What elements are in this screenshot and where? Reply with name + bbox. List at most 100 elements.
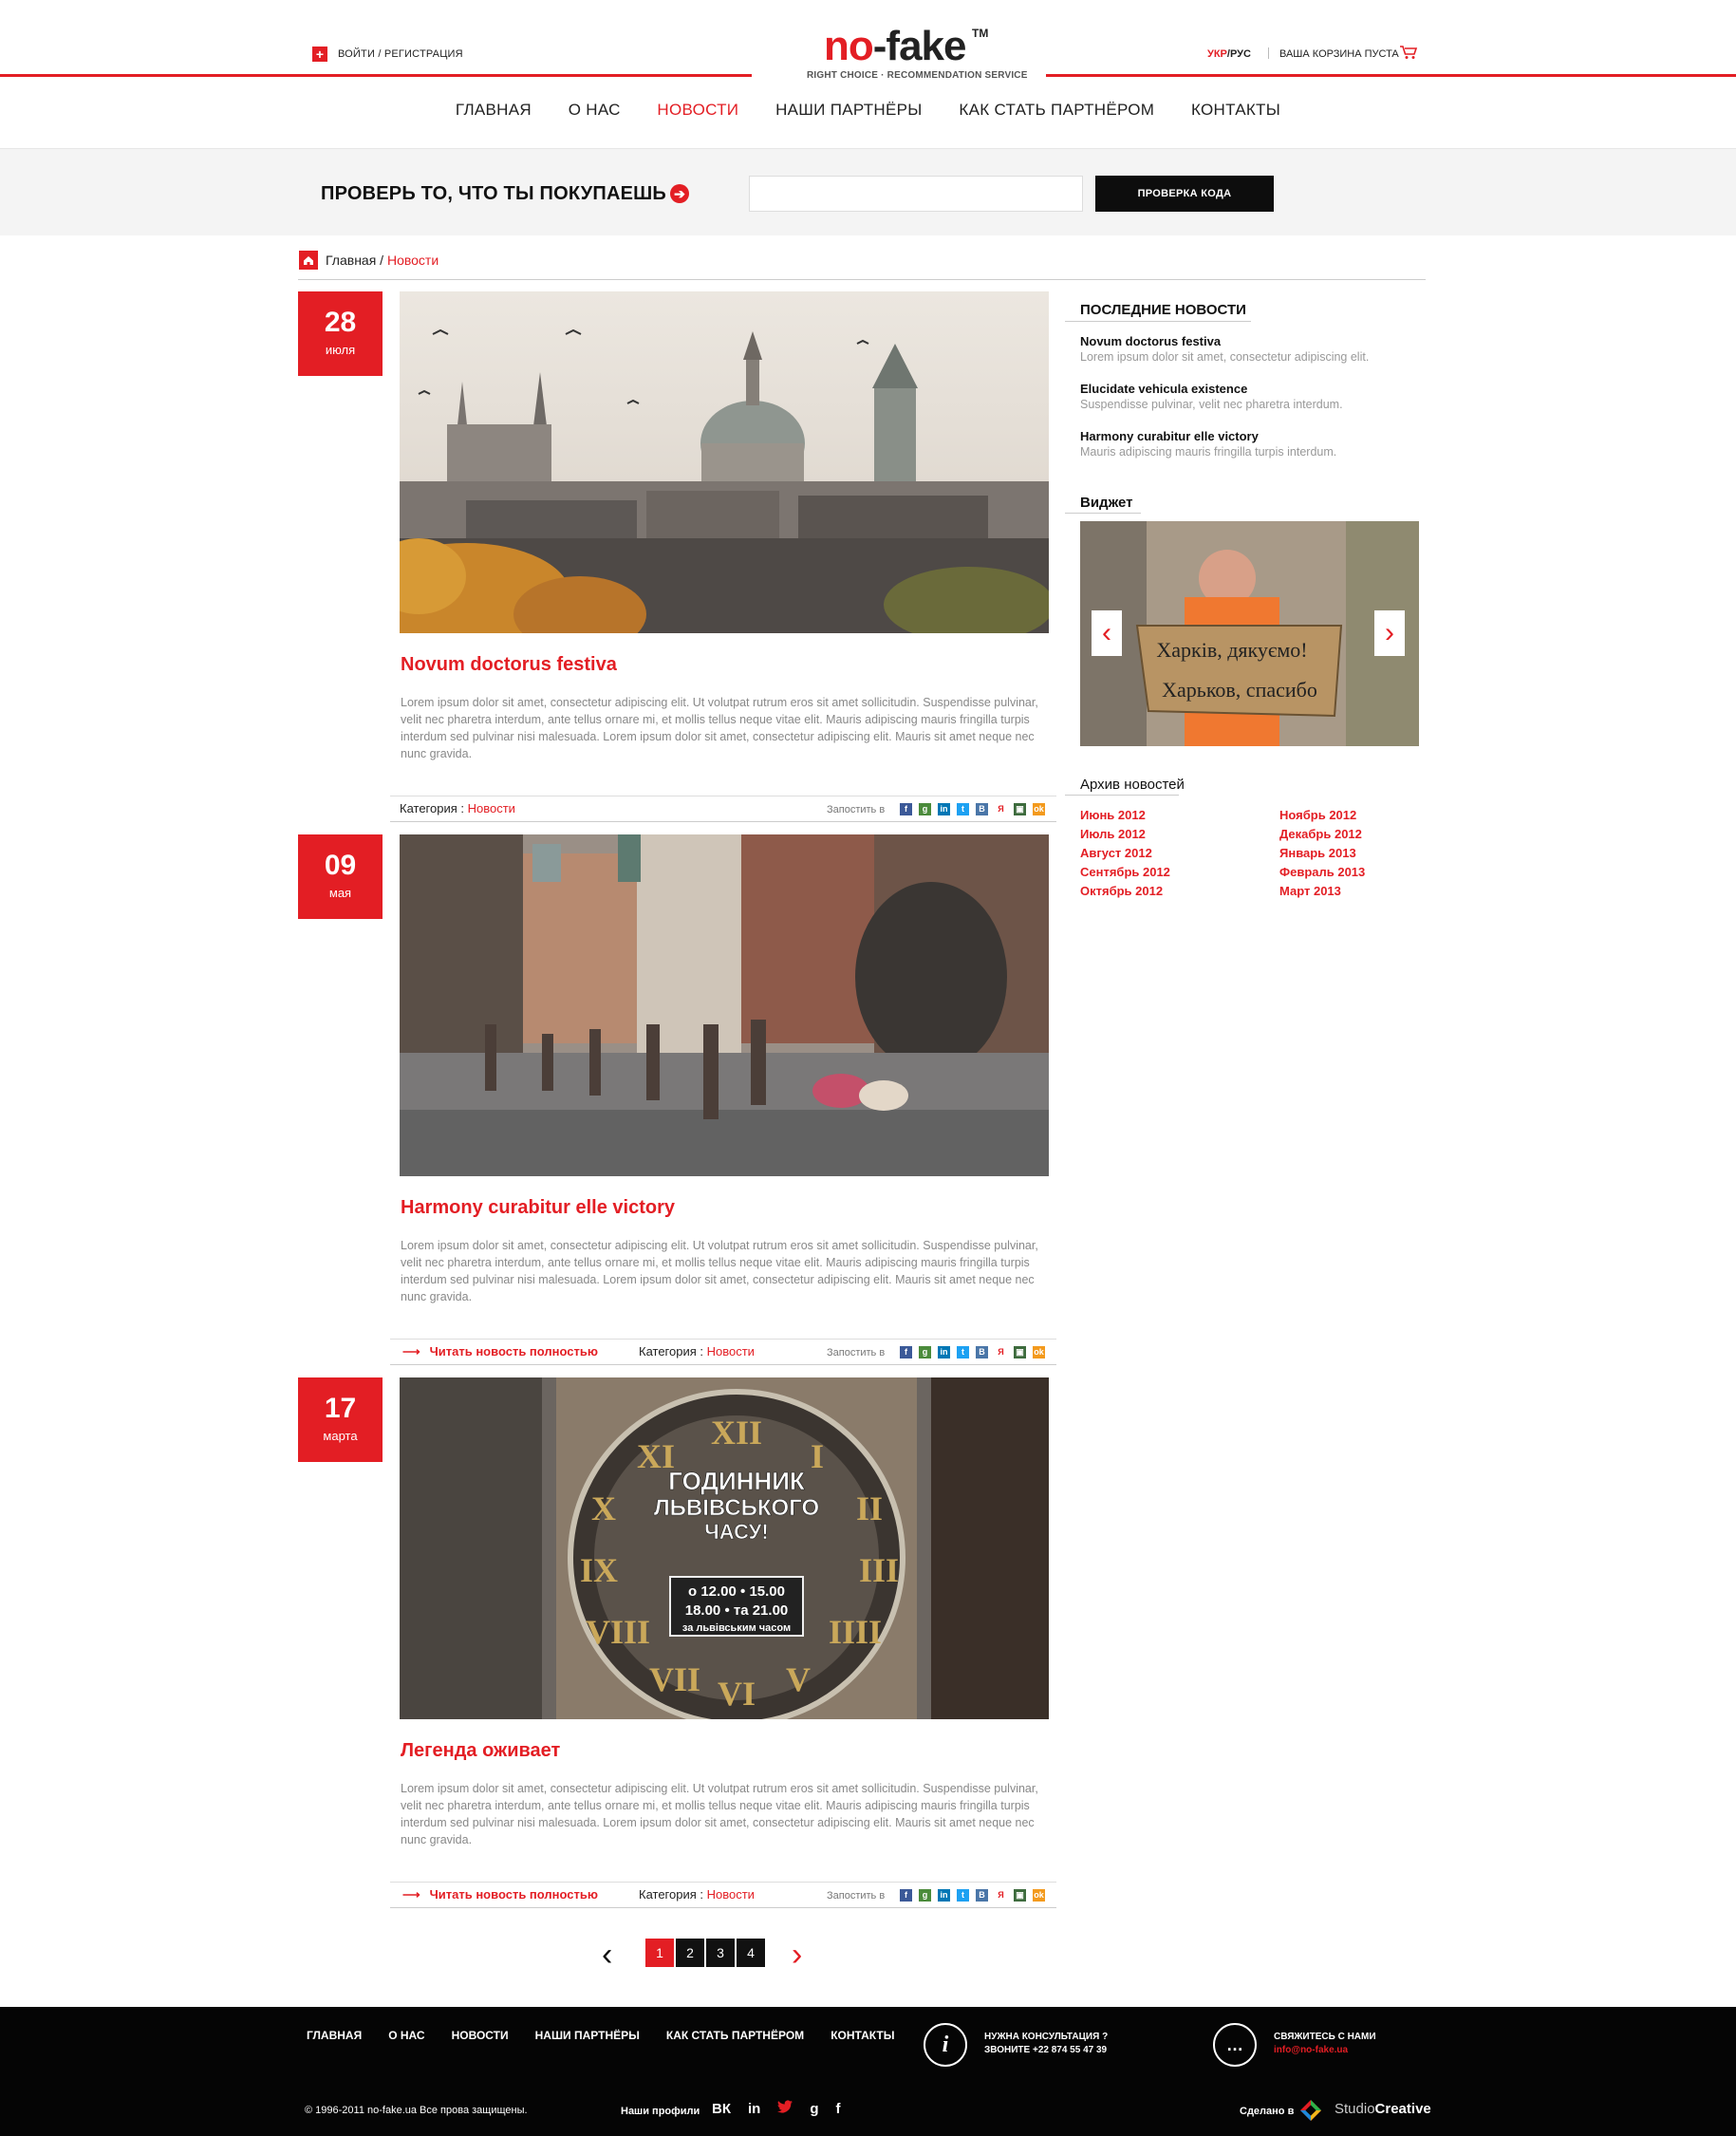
social-profiles: ВК in g f	[712, 2100, 841, 2117]
archive-link[interactable]: Сентябрь 2012	[1080, 863, 1170, 882]
archive-link[interactable]: Январь 2013	[1279, 844, 1365, 863]
footer-nav-about[interactable]: О НАС	[388, 2029, 424, 2042]
google-icon[interactable]: g	[919, 1346, 931, 1358]
yandex-icon[interactable]: Я	[995, 1889, 1007, 1902]
code-input[interactable]	[749, 176, 1083, 212]
livejournal-icon[interactable]: ▣	[1014, 803, 1026, 815]
twitter-icon[interactable]: t	[957, 803, 969, 815]
cart-status-link[interactable]: ВАША КОРЗИНА ПУСТА	[1279, 48, 1399, 60]
odnoklassniki-icon[interactable]: ok	[1033, 803, 1045, 815]
nav-become-partner[interactable]: КАК СТАТЬ ПАРТНЁРОМ	[959, 101, 1154, 120]
post-meta-rule-bottom	[390, 821, 1056, 822]
login-plus-icon[interactable]: +	[312, 47, 327, 62]
nav-news[interactable]: НОВОСТИ	[657, 101, 738, 120]
contact-email-link[interactable]: info@no-fake.ua	[1274, 2045, 1348, 2055]
site-logo[interactable]: no-fake	[824, 23, 967, 70]
facebook-icon[interactable]: f	[900, 1889, 912, 1902]
livejournal-icon[interactable]: ▣	[1014, 1346, 1026, 1358]
post-photo-clock[interactable]: XII I II III IIII V VI VII VIII IX X XI …	[400, 1377, 1049, 1719]
cart-icon[interactable]	[1399, 45, 1418, 60]
footer-nav-partners[interactable]: НАШИ ПАРТНЁРЫ	[535, 2029, 640, 2042]
pagination-page[interactable]: 1	[645, 1939, 674, 1967]
breadcrumb-home[interactable]: Главная	[326, 253, 376, 268]
archive-link[interactable]: Март 2013	[1279, 882, 1365, 901]
odnoklassniki-icon[interactable]: ok	[1033, 1346, 1045, 1358]
twitter-icon[interactable]: t	[957, 1346, 969, 1358]
odnoklassniki-icon[interactable]: ok	[1033, 1889, 1045, 1902]
post-photo-cityscape[interactable]	[400, 291, 1049, 633]
archive-link[interactable]: Июнь 2012	[1080, 806, 1170, 825]
facebook-icon[interactable]: f	[900, 1346, 912, 1358]
login-register-link[interactable]: ВОЙТИ / РЕГИСТРАЦИЯ	[338, 48, 463, 60]
facebook-icon[interactable]: f	[900, 803, 912, 815]
lang-ukr[interactable]: УКР	[1207, 48, 1227, 60]
footer-nav-become-partner[interactable]: КАК СТАТЬ ПАРТНЁРОМ	[666, 2029, 804, 2042]
category-link[interactable]: Новости	[468, 801, 515, 815]
share-label: Запостить в	[827, 1347, 886, 1358]
lang-rus[interactable]: РУС	[1230, 48, 1251, 60]
post-day: 09	[324, 850, 357, 881]
post-photo-street[interactable]	[400, 834, 1049, 1176]
nav-contacts[interactable]: КОНТАКТЫ	[1191, 101, 1280, 120]
pagination-next-chevron-icon[interactable]: ›	[792, 1939, 802, 1971]
google-icon[interactable]: g	[919, 1889, 931, 1902]
nav-home[interactable]: ГЛАВНАЯ	[456, 101, 532, 120]
archive-link[interactable]: Октябрь 2012	[1080, 882, 1170, 901]
breadcrumb-current: Новости	[386, 253, 439, 268]
linkedin-icon[interactable]: in	[748, 2101, 760, 2117]
nav-partners[interactable]: НАШИ ПАРТНЁРЫ	[775, 101, 923, 120]
share-label: Запостить в	[827, 1890, 886, 1902]
archive-link[interactable]: Ноябрь 2012	[1279, 806, 1365, 825]
google-icon[interactable]: g	[810, 2101, 818, 2117]
pagination-prev-chevron-icon[interactable]: ‹	[602, 1939, 612, 1971]
post-title[interactable]: Harmony curabitur elle victory	[401, 1197, 675, 1219]
post-title[interactable]: Легенда оживает	[401, 1740, 560, 1762]
archive-link[interactable]: Февраль 2013	[1279, 863, 1365, 882]
read-more-link[interactable]: ⟶ Читать новость полностью	[402, 1887, 598, 1902]
check-code-button[interactable]: ПРОВЕРКА КОДА	[1095, 176, 1274, 212]
latest-news-item-title[interactable]: Novum doctorus festiva	[1080, 334, 1221, 348]
vk-icon[interactable]: ВК	[712, 2101, 731, 2117]
read-more-link[interactable]: ⟶ Читать новость полностью	[402, 1344, 598, 1359]
linkedin-icon[interactable]: in	[938, 803, 950, 815]
google-icon[interactable]: g	[919, 803, 931, 815]
studio-logo-icon[interactable]	[1300, 2100, 1321, 2121]
home-icon[interactable]	[299, 251, 318, 270]
livejournal-icon[interactable]: ▣	[1014, 1889, 1026, 1902]
vkontakte-icon[interactable]: B	[976, 1346, 988, 1358]
post-month: июля	[325, 343, 356, 357]
pagination-page[interactable]: 3	[706, 1939, 735, 1967]
category-link[interactable]: Новости	[707, 1887, 755, 1902]
linkedin-icon[interactable]: in	[938, 1346, 950, 1358]
latest-news-item-title[interactable]: Elucidate vehicula existence	[1080, 382, 1247, 396]
pagination-page[interactable]: 4	[737, 1939, 765, 1967]
archive-link[interactable]: Июль 2012	[1080, 825, 1170, 844]
vkontakte-icon[interactable]: B	[976, 1889, 988, 1902]
pagination-page[interactable]: 2	[676, 1939, 704, 1967]
footer-nav-home[interactable]: ГЛАВНАЯ	[307, 2029, 362, 2042]
linkedin-icon[interactable]: in	[938, 1889, 950, 1902]
widget-sign-line1: Харків, дякуємо!	[1156, 638, 1307, 662]
studio-name[interactable]: StudioCreative	[1335, 2101, 1431, 2117]
twitter-icon[interactable]: t	[957, 1889, 969, 1902]
archive-link[interactable]: Декабрь 2012	[1279, 825, 1365, 844]
footer-nav-news[interactable]: НОВОСТИ	[452, 2029, 509, 2042]
post-title[interactable]: Novum doctorus festiva	[401, 654, 617, 676]
footer-nav-contacts[interactable]: КОНТАКТЫ	[831, 2029, 894, 2042]
archive-link[interactable]: Август 2012	[1080, 844, 1170, 863]
header-rule-right	[1046, 74, 1736, 77]
facebook-icon[interactable]: f	[836, 2101, 841, 2117]
category-link[interactable]: Новости	[707, 1344, 755, 1358]
widget-next-chevron-icon[interactable]: ›	[1374, 610, 1405, 656]
breadcrumb: Главная / Новости	[326, 253, 439, 268]
vkontakte-icon[interactable]: B	[976, 803, 988, 815]
widget-slider-photo[interactable]: Харків, дякуємо! Харьков, спасибо ‹ ›	[1080, 521, 1419, 746]
nav-about[interactable]: О НАС	[569, 101, 621, 120]
yandex-icon[interactable]: Я	[995, 803, 1007, 815]
logo-part-fake: -fake	[872, 23, 967, 69]
widget-prev-chevron-icon[interactable]: ‹	[1092, 610, 1122, 656]
main-nav: ГЛАВНАЯ О НАС НОВОСТИ НАШИ ПАРТНЁРЫ КАК …	[0, 101, 1736, 120]
yandex-icon[interactable]: Я	[995, 1346, 1007, 1358]
twitter-icon[interactable]	[777, 2100, 793, 2117]
latest-news-item-title[interactable]: Harmony curabitur elle victory	[1080, 429, 1259, 443]
